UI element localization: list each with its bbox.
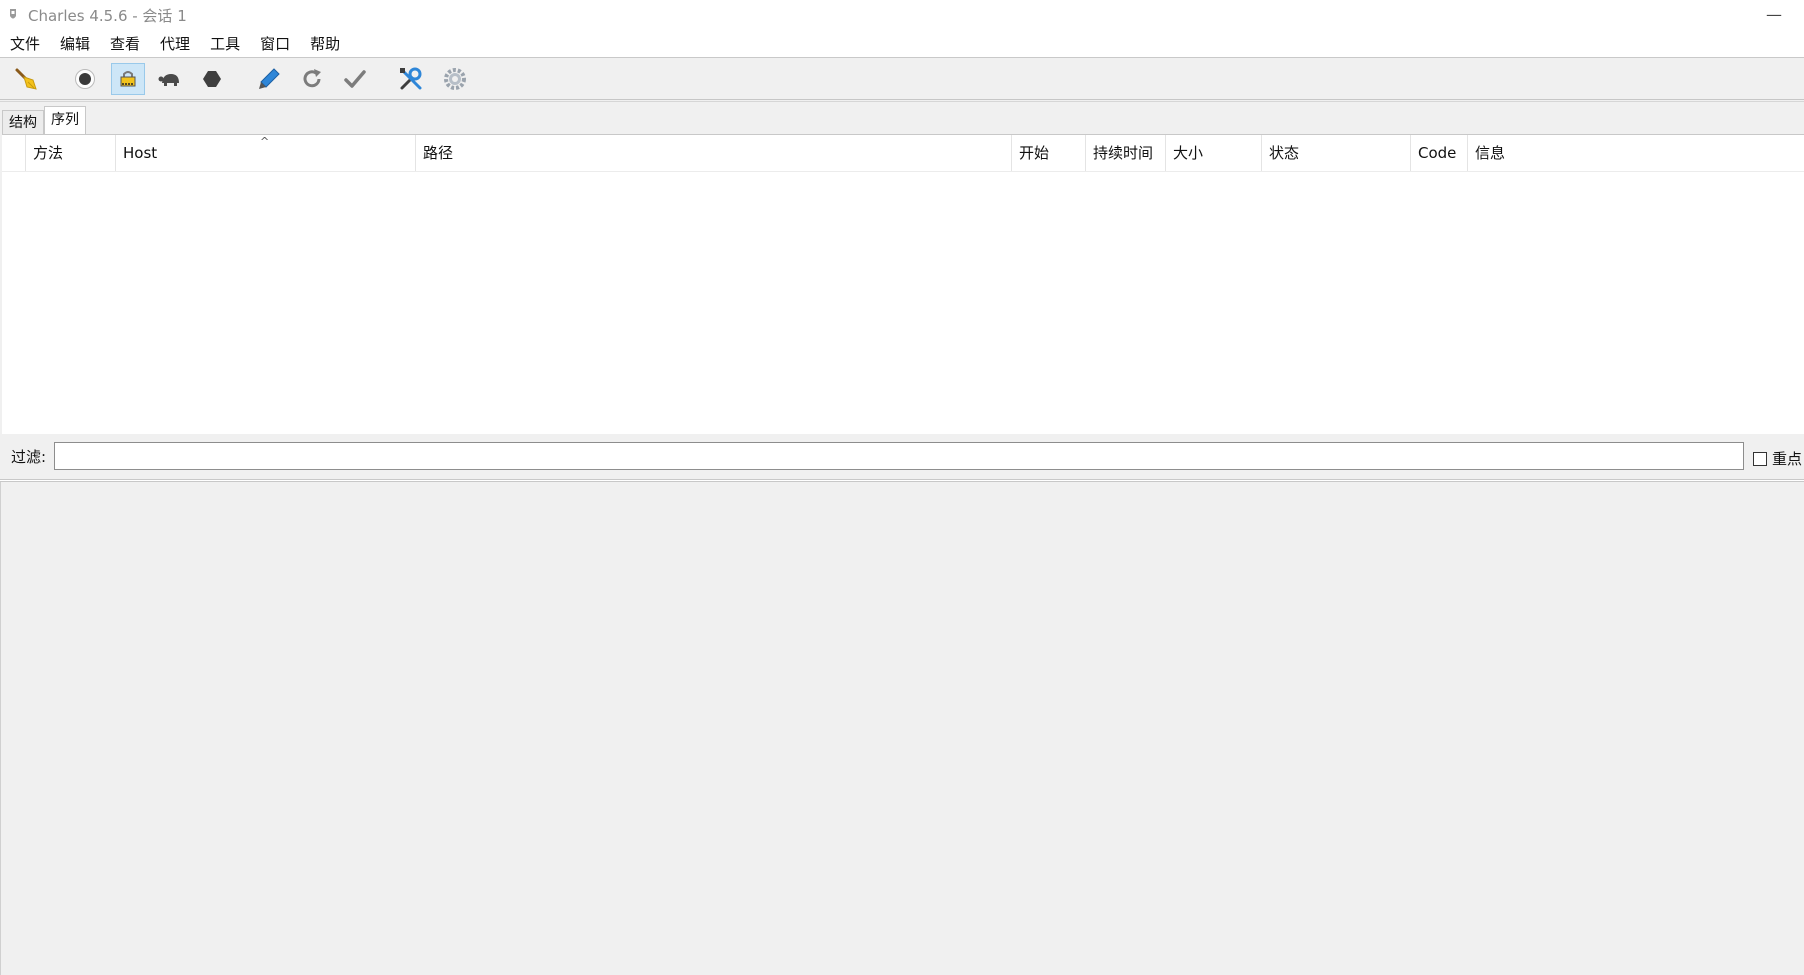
toolbar — [0, 58, 1804, 100]
validate-button[interactable] — [338, 63, 372, 95]
throttle-button[interactable] — [153, 63, 187, 95]
charles-app-icon — [6, 7, 20, 23]
detail-panel — [0, 482, 1804, 975]
column-header-size[interactable]: 大小 — [1166, 135, 1262, 171]
menu-view[interactable]: 查看 — [100, 33, 148, 54]
column-header-duration[interactable]: 持续时间 — [1086, 135, 1166, 171]
column-header-status[interactable]: 状态 — [1262, 135, 1411, 171]
compose-button[interactable] — [252, 63, 286, 95]
filter-label: 过滤: — [11, 447, 47, 466]
hexagon-stop-icon — [203, 71, 221, 87]
clear-session-button[interactable] — [9, 63, 43, 95]
breakpoints-button[interactable] — [195, 63, 229, 95]
record-icon — [75, 69, 95, 89]
column-header-path[interactable]: 路径 — [416, 135, 1012, 171]
filter-bar: 过滤: 重点 — [0, 434, 1804, 478]
tab-structure[interactable]: 结构 — [2, 110, 44, 134]
table-header-blank — [2, 135, 26, 171]
ssl-lock-icon — [120, 71, 136, 87]
menu-proxy[interactable]: 代理 — [150, 33, 198, 54]
session-panel: 结构 序列 方法 Host ^ 路径 开始 持续时间 大小 状态 Code 信息… — [0, 101, 1804, 479]
window-title: Charles 4.5.6 - 会话 1 — [28, 6, 187, 25]
column-header-method[interactable]: 方法 — [26, 135, 116, 171]
focus-label: 重点 — [1772, 450, 1803, 468]
column-header-code[interactable]: Code — [1411, 135, 1468, 171]
minimize-button[interactable]: — — [1760, 4, 1788, 24]
tools-icon — [400, 67, 422, 90]
filter-input[interactable] — [54, 442, 1744, 470]
settings-button[interactable] — [438, 63, 472, 95]
title-bar: Charles 4.5.6 - 会话 1 — — [0, 0, 1804, 30]
sequence-table[interactable]: 方法 Host ^ 路径 开始 持续时间 大小 状态 Code 信息 — [2, 134, 1804, 434]
tab-sequence[interactable]: 序列 — [44, 106, 86, 134]
ssl-proxying-button[interactable] — [111, 63, 145, 95]
menu-bar: 文件 编辑 查看 代理 工具 窗口 帮助 — [0, 30, 1804, 58]
menu-edit[interactable]: 编辑 — [50, 33, 98, 54]
menu-help[interactable]: 帮助 — [300, 33, 348, 54]
tools-button[interactable] — [394, 63, 428, 95]
checkmark-icon — [344, 70, 366, 88]
column-header-start[interactable]: 开始 — [1012, 135, 1086, 171]
repeat-button[interactable] — [295, 63, 329, 95]
record-button[interactable] — [68, 63, 102, 95]
refresh-icon — [303, 69, 321, 88]
turtle-icon — [158, 74, 179, 86]
column-header-info[interactable]: 信息 — [1468, 135, 1804, 171]
broom-icon — [15, 68, 37, 90]
menu-tools[interactable]: 工具 — [200, 33, 248, 54]
gear-icon — [444, 68, 466, 90]
sort-indicator: ^ — [260, 135, 270, 148]
focus-checkbox[interactable] — [1753, 451, 1767, 466]
view-tabs: 结构 序列 — [2, 106, 86, 134]
focus-checkbox-group[interactable]: 重点 — [1753, 448, 1802, 469]
pen-icon — [259, 68, 280, 89]
header-divider — [2, 171, 1804, 172]
menu-file[interactable]: 文件 — [0, 33, 48, 54]
menu-window[interactable]: 窗口 — [250, 33, 298, 54]
